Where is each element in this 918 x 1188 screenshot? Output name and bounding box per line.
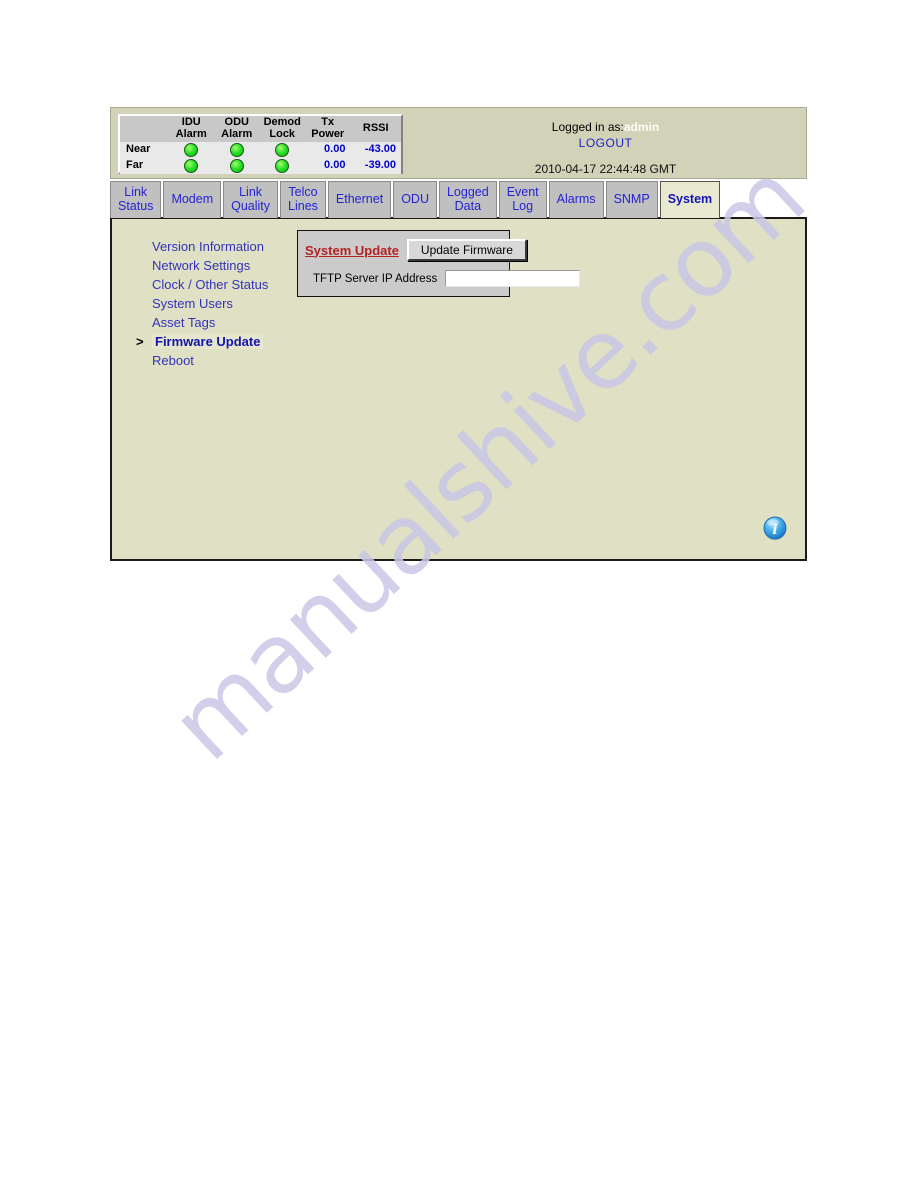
- tftp-server-ip-input[interactable]: [445, 270, 581, 287]
- status-col-corner: [120, 116, 169, 142]
- tftp-server-row: TFTP Server IP Address: [305, 270, 581, 287]
- status-cell-far-odu-alarm: [214, 158, 260, 174]
- sidebar-item-version-information[interactable]: Version Information: [136, 237, 316, 256]
- sidebar-item-label: System Users: [152, 296, 233, 311]
- link-status-summary-box: IDU Alarm ODU Alarm Demod Lock Tx Power …: [118, 114, 403, 174]
- status-table: IDU Alarm ODU Alarm Demod Lock Tx Power …: [120, 116, 401, 174]
- status-row-label-far: Far: [120, 158, 169, 174]
- status-col-odu-alarm: ODU Alarm: [214, 116, 260, 142]
- status-table-body: Near 0.00 -43.00 Far 0.00 -39.00: [120, 142, 401, 174]
- status-cell-near-tx-power: 0.00: [304, 142, 351, 158]
- status-cell-far-idu-alarm: [168, 158, 214, 174]
- led-green-icon: [229, 159, 244, 173]
- sidebar-item-system-users[interactable]: System Users: [136, 294, 316, 313]
- sidebar-item-label: Firmware Update: [152, 334, 264, 349]
- sidebar-item-asset-tags[interactable]: Asset Tags: [136, 313, 316, 332]
- device-web-ui: IDU Alarm ODU Alarm Demod Lock Tx Power …: [110, 107, 807, 561]
- logged-in-username: admin: [623, 120, 660, 134]
- status-col-rssi: RSSI: [350, 116, 401, 142]
- status-table-head: IDU Alarm ODU Alarm Demod Lock Tx Power …: [120, 116, 401, 142]
- tab-event-log[interactable]: Event Log: [498, 181, 547, 218]
- tab-ethernet[interactable]: Ethernet: [327, 181, 392, 218]
- info-icon[interactable]: i: [762, 515, 788, 541]
- tab-logged-data[interactable]: Logged Data: [438, 181, 497, 218]
- table-row: Near 0.00 -43.00: [120, 142, 401, 158]
- tab-alarms[interactable]: Alarms: [548, 181, 604, 218]
- table-row: Far 0.00 -39.00: [120, 158, 401, 174]
- status-cell-far-rssi: -39.00: [350, 158, 401, 174]
- system-update-form-header-row: System Update Update Firmware: [305, 239, 527, 261]
- sidebar-item-firmware-update[interactable]: > Firmware Update: [136, 332, 316, 351]
- tab-system[interactable]: System: [659, 181, 721, 218]
- status-col-idu-alarm: IDU Alarm: [168, 116, 214, 142]
- status-cell-far-demod-lock: [259, 158, 305, 174]
- svg-text:i: i: [772, 522, 777, 538]
- sidebar-item-label: Reboot: [152, 353, 194, 368]
- info-icon-svg: i: [763, 516, 787, 541]
- status-col-demod-lock: Demod Lock: [259, 116, 305, 142]
- system-clock: 2010-04-17 22:44:48 GMT: [534, 162, 677, 176]
- main-tab-bar: Link Status Modem Link Quality Telco Lin…: [110, 181, 807, 218]
- tftp-server-ip-label: TFTP Server IP Address: [313, 272, 438, 285]
- logged-in-label: Logged in as:: [551, 120, 624, 134]
- system-sidebar-menu: Version Information Network Settings Clo…: [136, 237, 316, 370]
- tab-link-status[interactable]: Link Status: [110, 181, 162, 218]
- system-update-form: System Update Update Firmware TFTP Serve…: [297, 230, 581, 297]
- logout-link[interactable]: LOGOUT: [411, 136, 800, 150]
- status-cell-near-demod-lock: [259, 142, 305, 158]
- sidebar-item-label: Clock / Other Status: [152, 277, 269, 292]
- sidebar-item-label: Version Information: [152, 239, 265, 254]
- sidebar-item-clock-other-status[interactable]: Clock / Other Status: [136, 275, 316, 294]
- led-green-icon: [184, 143, 199, 157]
- status-table-header-row: IDU Alarm ODU Alarm Demod Lock Tx Power …: [120, 116, 401, 142]
- current-item-marker-icon: >: [136, 334, 144, 349]
- led-green-icon: [275, 143, 290, 157]
- session-info: Logged in as:admin LOGOUT 2010-04-17 22:…: [411, 114, 800, 176]
- tab-snmp[interactable]: SNMP: [605, 181, 658, 218]
- sidebar-item-reboot[interactable]: Reboot: [136, 351, 316, 370]
- tab-link-quality[interactable]: Link Quality: [223, 181, 279, 218]
- led-green-icon: [275, 159, 290, 173]
- sidebar-item-network-settings[interactable]: Network Settings: [136, 256, 316, 275]
- status-cell-near-idu-alarm: [168, 142, 214, 158]
- header-bar: IDU Alarm ODU Alarm Demod Lock Tx Power …: [110, 107, 807, 179]
- tab-modem[interactable]: Modem: [163, 181, 222, 218]
- status-cell-near-rssi: -43.00: [350, 142, 401, 158]
- sidebar-item-label: Asset Tags: [152, 315, 216, 330]
- content-panel: Version Information Network Settings Clo…: [110, 217, 807, 561]
- tab-odu[interactable]: ODU: [393, 181, 437, 218]
- tab-telco-lines[interactable]: Telco Lines: [280, 181, 326, 218]
- status-cell-far-tx-power: 0.00: [304, 158, 351, 174]
- sidebar-item-label: Network Settings: [152, 258, 251, 273]
- update-firmware-button[interactable]: Update Firmware: [406, 239, 527, 261]
- system-update-title: System Update: [305, 242, 399, 258]
- status-cell-near-odu-alarm: [214, 142, 260, 158]
- status-col-tx-power: Tx Power: [304, 116, 351, 142]
- led-green-icon: [184, 159, 199, 173]
- status-row-label-near: Near: [120, 142, 169, 158]
- logged-in-line: Logged in as:admin: [411, 120, 800, 134]
- led-green-icon: [229, 143, 244, 157]
